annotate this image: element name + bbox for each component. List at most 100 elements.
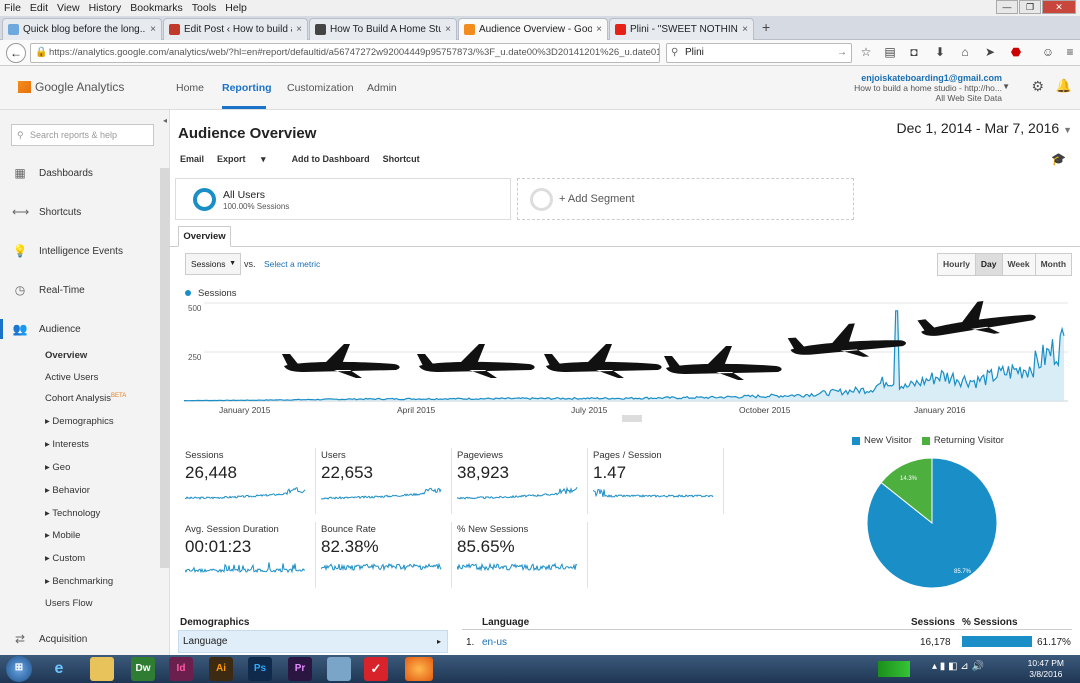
metric-tile-sessions[interactable]: Sessions 26,448 (185, 448, 316, 514)
granularity-month[interactable]: Month (1035, 254, 1072, 275)
account-selector[interactable]: enjoiskateboarding1@gmail.com How to bui… (854, 73, 1002, 103)
photoshop-icon[interactable]: Ps (248, 657, 272, 681)
sidebar-sub-benchmarking[interactable]: ▸ Benchmarking (45, 576, 113, 587)
smiley-icon[interactable]: ☺ (1040, 44, 1056, 60)
metric-tile-new-sessions[interactable]: % New Sessions 85.65% (457, 522, 588, 588)
tab-close-icon[interactable]: × (445, 24, 451, 35)
menu-file[interactable]: File (4, 2, 21, 14)
taskbar-clock[interactable]: 10:47 PM 3/8/2016 (1028, 658, 1064, 680)
metric-tile-pageviews[interactable]: Pageviews 38,923 (457, 448, 588, 514)
reading-list-icon[interactable]: ▤ (882, 44, 898, 60)
ga-nav-admin[interactable]: Admin (367, 82, 397, 94)
metric-select[interactable]: Sessions ▼ (185, 253, 241, 275)
segment-all-users[interactable]: All Users 100.00% Sessions (175, 178, 511, 220)
sidebar-sub-interests[interactable]: ▸ Interests (45, 439, 89, 450)
ga-nav-reporting[interactable]: Reporting (222, 82, 272, 94)
email-button[interactable]: Email (180, 154, 204, 165)
ga-logo[interactable]: Google Analytics (18, 80, 124, 94)
sidebar-sub-demographics[interactable]: ▸ Demographics (45, 416, 114, 427)
granularity-day[interactable]: Day (975, 254, 1003, 275)
internet-explorer-icon[interactable]: e (47, 657, 71, 681)
browser-tab-active[interactable]: Audience Overview - Goog... × (458, 18, 608, 40)
chart-resize-handle[interactable] (622, 415, 642, 422)
sidebar-sub-users-flow[interactable]: Users Flow (45, 598, 93, 609)
metric-tile-avg-session-duration[interactable]: Avg. Session Duration 00:01:23 (185, 522, 316, 588)
sidebar-item-intelligence-events[interactable]: 💡 Intelligence Events (0, 241, 158, 261)
sidebar-sub-active-users[interactable]: Active Users (45, 372, 98, 383)
search-go-icon[interactable]: → (837, 44, 847, 62)
ga-nav-home[interactable]: Home (176, 82, 204, 94)
gear-icon[interactable]: ⚙ (1031, 78, 1044, 95)
sidebar-item-shortcuts[interactable]: ⟷ Shortcuts (0, 202, 158, 222)
browser-tab[interactable]: Edit Post ‹ How to build a ... × (163, 18, 308, 40)
granularity-hourly[interactable]: Hourly (938, 254, 976, 275)
date-range-selector[interactable]: Dec 1, 2014 - Mar 7, 2016 ▼ (897, 120, 1072, 136)
visitor-pie-chart[interactable]: 85.7% 14.3% (866, 455, 998, 590)
sidebar-scrollbar[interactable] (160, 168, 170, 568)
start-button[interactable]: ⊞ (6, 656, 32, 682)
ga-nav-customization[interactable]: Customization (287, 82, 354, 94)
metric-tile-bounce-rate[interactable]: Bounce Rate 82.38% (321, 522, 452, 588)
menu-edit[interactable]: Edit (30, 2, 48, 14)
maximize-button[interactable]: ❐ (1019, 0, 1041, 14)
new-tab-button[interactable]: + (762, 19, 770, 35)
tab-close-icon[interactable]: × (296, 24, 302, 35)
star-icon[interactable]: ☆ (858, 44, 874, 60)
sidebar-collapse-button[interactable]: ◂ (160, 110, 170, 132)
url-bar[interactable]: 🔒 https://analytics.google.com/analytics… (30, 43, 660, 63)
sidebar-item-real-time[interactable]: ◷ Real-Time (0, 280, 158, 300)
add-to-dashboard-button[interactable]: Add to Dashboard (292, 154, 370, 165)
menu-tools[interactable]: Tools (192, 2, 217, 14)
premiere-icon[interactable]: Pr (288, 657, 312, 681)
tray-icons[interactable]: ▴ ▮ ◧ ⊿ 🔊 (932, 661, 984, 672)
metric-tile-pages-per-session[interactable]: Pages / Session 1.47 (593, 448, 724, 514)
tab-close-icon[interactable]: × (742, 24, 748, 35)
file-explorer-icon[interactable] (90, 657, 114, 681)
sidebar-item-dashboards[interactable]: ▦ Dashboards (0, 163, 158, 183)
metric-tile-users[interactable]: Users 22,653 (321, 448, 452, 514)
illustrator-icon[interactable]: Ai (209, 657, 233, 681)
add-segment-button[interactable]: + Add Segment (517, 178, 854, 220)
sidebar-sub-mobile[interactable]: ▸ Mobile (45, 530, 80, 541)
app-icon[interactable] (327, 657, 351, 681)
sidebar-sub-geo[interactable]: ▸ Geo (45, 462, 70, 473)
sidebar-sub-behavior[interactable]: ▸ Behavior (45, 485, 90, 496)
granularity-week[interactable]: Week (1002, 254, 1036, 275)
sessions-chart[interactable] (184, 300, 1068, 415)
menu-help[interactable]: Help (225, 2, 247, 14)
bell-icon[interactable]: 🔔 (1056, 78, 1072, 94)
demographics-language-row[interactable]: Language ▸ (178, 630, 448, 653)
browser-tab[interactable]: Quick blog before the long... × (2, 18, 162, 40)
browser-tab[interactable]: Plini - "SWEET NOTHIN... × (609, 18, 754, 40)
tab-close-icon[interactable]: × (596, 24, 602, 35)
todo-checkmark-icon[interactable]: ✓ (364, 657, 388, 681)
hamburger-menu-icon[interactable]: ≡ (1062, 44, 1078, 60)
select-metric-link[interactable]: Select a metric (264, 259, 320, 269)
network-meter-icon[interactable] (878, 661, 910, 677)
graduation-cap-icon[interactable]: 🎓 (1051, 152, 1066, 166)
sidebar-sub-cohort-analysis[interactable]: Cohort AnalysisBETA (45, 393, 126, 404)
sidebar-sub-custom[interactable]: ▸ Custom (45, 553, 85, 564)
tab-overview[interactable]: Overview (178, 226, 231, 247)
firefox-icon[interactable] (405, 657, 433, 681)
sidebar-sub-technology[interactable]: ▸ Technology (45, 508, 100, 519)
browser-tab[interactable]: How To Build A Home Stu... × (309, 18, 457, 40)
tab-close-icon[interactable]: × (150, 24, 156, 35)
sidebar-search-input[interactable]: ⚲ Search reports & help (11, 124, 154, 146)
table-row-language-link[interactable]: en-us (482, 637, 507, 648)
send-icon[interactable]: ➤ (982, 44, 998, 60)
search-input[interactable]: ⚲ Plini → (666, 43, 852, 63)
menu-history[interactable]: History (89, 2, 122, 14)
sidebar-sub-overview[interactable]: Overview (45, 350, 87, 361)
close-window-button[interactable]: ✕ (1042, 0, 1076, 14)
dreamweaver-icon[interactable]: Dw (131, 657, 155, 681)
account-chevron-icon[interactable]: ▼ (1002, 82, 1010, 91)
export-button[interactable]: Export ▾ (217, 154, 279, 165)
download-icon[interactable]: ⬇ (932, 44, 948, 60)
sidebar-item-audience[interactable]: 👥 Audience (0, 319, 158, 339)
home-icon[interactable]: ⌂ (957, 44, 973, 60)
sidebar-item-acquisition[interactable]: ⇄ Acquisition (0, 629, 158, 649)
indesign-icon[interactable]: Id (169, 657, 193, 681)
adblock-icon[interactable]: ⬣ (1008, 44, 1024, 60)
menu-view[interactable]: View (57, 2, 80, 14)
